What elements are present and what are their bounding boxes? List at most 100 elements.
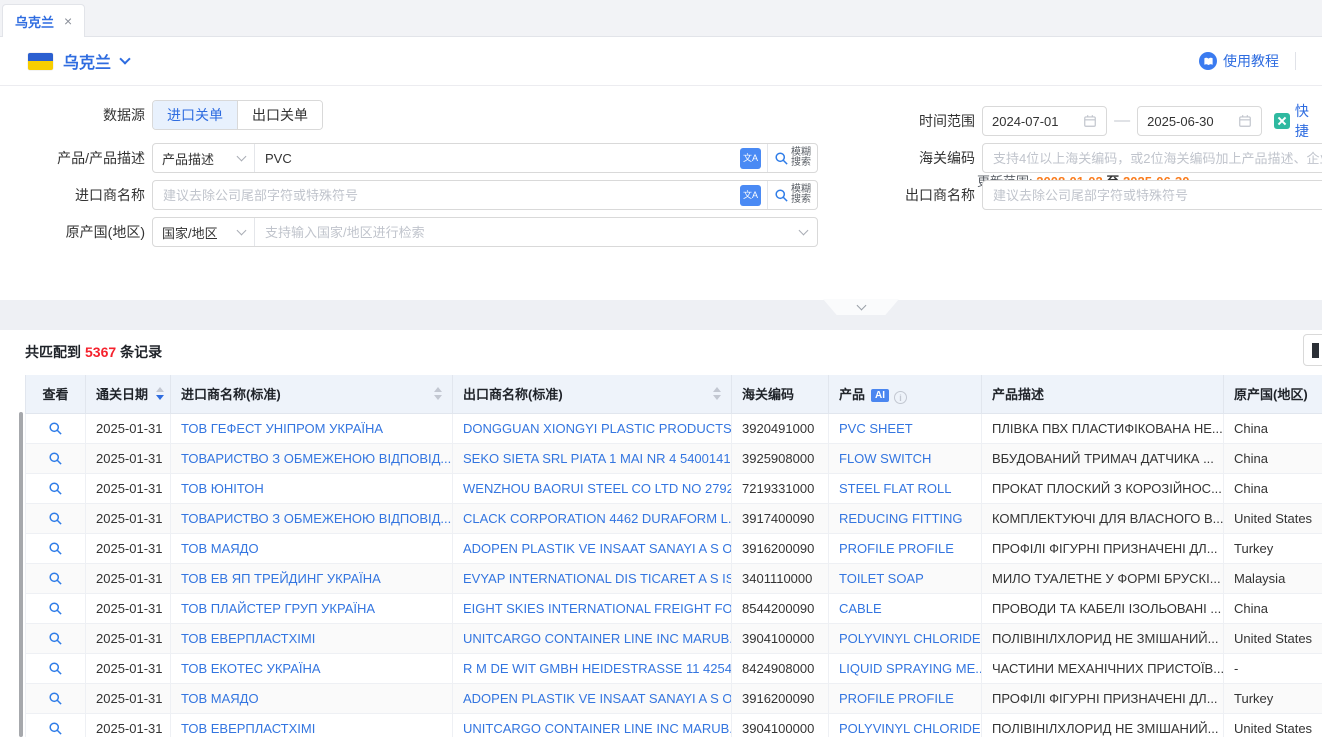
translate-icon[interactable]: 文A — [740, 148, 761, 169]
table-row: 2025-01-31ТОВАРИСТВО З ОБМЕЖЕНОЮ ВІДПОВІ… — [26, 503, 1322, 533]
end-date-value: 2025-06-30 — [1147, 114, 1214, 129]
translate-icon[interactable]: 文A — [740, 185, 761, 206]
view-search-icon[interactable] — [48, 571, 63, 586]
exporter-link[interactable]: ADOPEN PLASTIK VE INSAAT SANAYI A S O... — [453, 683, 732, 713]
view-cell[interactable] — [26, 533, 86, 563]
start-date-input[interactable]: 2024-07-01 — [982, 106, 1107, 136]
importer-link[interactable]: ТОВ МАЯДО — [171, 533, 453, 563]
column-header-5: 产品AIi — [829, 375, 982, 413]
quick-select-button[interactable]: 快捷 — [1274, 101, 1322, 141]
hs-code-input[interactable] — [983, 144, 1322, 172]
fuzzy-search-button[interactable]: 模糊搜索 — [767, 144, 817, 172]
tab-import-records[interactable]: 进口关单 — [153, 101, 237, 129]
origin-cell: Turkey — [1224, 683, 1322, 713]
product-link[interactable]: REDUCING FITTING — [829, 503, 982, 533]
exporter-link[interactable]: R M DE WIT GMBH HEIDESTRASSE 11 4254... — [453, 653, 732, 683]
fuzzy-search-button[interactable]: 模糊搜索 — [767, 181, 817, 209]
sort-icon[interactable] — [434, 387, 442, 400]
match-count: 5367 — [85, 344, 116, 360]
importer-link[interactable]: ТОВ ЕВЕРПЛАСТХІМІ — [171, 623, 453, 653]
exporter-link[interactable]: UNITCARGO CONTAINER LINE INC MARUB... — [453, 623, 732, 653]
view-cell[interactable] — [26, 713, 86, 737]
exporter-link[interactable]: CLACK CORPORATION 4462 DURAFORM L... — [453, 503, 732, 533]
view-cell[interactable] — [26, 563, 86, 593]
product-link[interactable]: PVC SHEET — [829, 413, 982, 443]
product-search-input[interactable] — [255, 144, 740, 172]
column-header-2[interactable]: 进口商名称(标准) — [171, 375, 453, 413]
view-search-icon[interactable] — [48, 601, 63, 616]
view-cell[interactable] — [26, 443, 86, 473]
importer-link[interactable]: ТОВАРИСТВО З ОБМЕЖЕНОЮ ВІДПОВІД... — [171, 503, 453, 533]
product-link[interactable]: CABLE — [829, 593, 982, 623]
product-search-group: 产品描述 文A 模糊搜索 — [152, 143, 818, 173]
tab-ukraine[interactable]: 乌克兰 × — [2, 4, 85, 37]
product-link[interactable]: PROFILE PROFILE — [829, 533, 982, 563]
product-link[interactable]: POLYVINYL CHLORIDE — [829, 623, 982, 653]
column-header-0: 查看 — [26, 375, 86, 413]
view-cell[interactable] — [26, 473, 86, 503]
country-title[interactable]: 乌克兰 — [63, 49, 111, 73]
view-cell[interactable] — [26, 503, 86, 533]
view-search-icon[interactable] — [48, 661, 63, 676]
importer-link[interactable]: ТОВ МАЯДО — [171, 683, 453, 713]
exporter-link[interactable]: ADOPEN PLASTIK VE INSAAT SANAYI A S O... — [453, 533, 732, 563]
view-search-icon[interactable] — [48, 691, 63, 706]
table-settings-button[interactable] — [1303, 334, 1322, 366]
product-link[interactable]: POLYVINYL CHLORIDE — [829, 713, 982, 737]
importer-link[interactable]: ТОВ ПЛАЙСТЕР ГРУП УКРАЇНА — [171, 593, 453, 623]
date-cell: 2025-01-31 — [86, 683, 171, 713]
importer-link[interactable]: ТОВ ЕКОТЕС УКРАЇНА — [171, 653, 453, 683]
chevron-down-icon — [856, 301, 866, 311]
divider — [1295, 52, 1296, 70]
product-link[interactable]: FLOW SWITCH — [829, 443, 982, 473]
country-header: 乌克兰 使用教程 — [0, 37, 1322, 86]
tutorial-link[interactable]: 使用教程 — [1199, 51, 1296, 71]
importer-link[interactable]: ТОВ ГЕФЕСТ УНІПРОМ УКРАЇНА — [171, 413, 453, 443]
importer-name-input[interactable] — [153, 181, 740, 209]
view-search-icon[interactable] — [48, 631, 63, 646]
origin-type-select[interactable]: 国家/地区 — [153, 218, 255, 246]
view-cell[interactable] — [26, 683, 86, 713]
exporter-link[interactable]: EVYAP INTERNATIONAL DIS TICARET A S IS..… — [453, 563, 732, 593]
fixed-column-shadow[interactable] — [19, 412, 23, 737]
view-search-icon[interactable] — [48, 481, 63, 496]
view-cell[interactable] — [26, 413, 86, 443]
exporter-link[interactable]: WENZHOU BAORUI STEEL CO LTD NO 2792... — [453, 473, 732, 503]
chevron-down-icon[interactable] — [119, 53, 130, 64]
view-search-icon[interactable] — [48, 421, 63, 436]
product-link[interactable]: LIQUID SPRAYING ME... — [829, 653, 982, 683]
description-cell: ВБУДОВАНИЙ ТРИМАЧ ДАТЧИКА ... — [982, 443, 1224, 473]
shortcut-icon — [1274, 113, 1290, 129]
origin-country-input[interactable] — [255, 218, 800, 246]
importer-link[interactable]: ТОВ ЕВ ЯП ТРЕЙДИНГ УКРАЇНА — [171, 563, 453, 593]
view-cell[interactable] — [26, 653, 86, 683]
ukraine-flag-icon — [28, 53, 53, 70]
view-search-icon[interactable] — [48, 511, 63, 526]
product-link[interactable]: STEEL FLAT ROLL — [829, 473, 982, 503]
importer-link[interactable]: ТОВ ЕВЕРПЛАСТХІМІ — [171, 713, 453, 737]
importer-link[interactable]: ТОВ ЮНІТОН — [171, 473, 453, 503]
close-icon[interactable]: × — [64, 14, 72, 28]
column-header-1[interactable]: 通关日期 — [86, 375, 171, 413]
view-search-icon[interactable] — [48, 721, 63, 736]
sort-icon[interactable] — [156, 387, 164, 400]
exporter-link[interactable]: EIGHT SKIES INTERNATIONAL FREIGHT FOR... — [453, 593, 732, 623]
column-header-3[interactable]: 出口商名称(标准) — [453, 375, 732, 413]
exporter-link[interactable]: UNITCARGO CONTAINER LINE INC MARUB... — [453, 713, 732, 737]
origin-country-group: 国家/地区 — [152, 217, 818, 247]
tab-export-records[interactable]: 出口关单 — [237, 101, 322, 129]
exporter-name-input[interactable] — [983, 181, 1322, 209]
importer-link[interactable]: ТОВАРИСТВО З ОБМЕЖЕНОЮ ВІДПОВІД... — [171, 443, 453, 473]
product-link[interactable]: TOILET SOAP — [829, 563, 982, 593]
info-icon[interactable]: i — [894, 391, 907, 404]
exporter-link[interactable]: SEKO SIETA SRL PIATA 1 MAI NR 4 5400141 … — [453, 443, 732, 473]
exporter-link[interactable]: DONGGUAN XIONGYI PLASTIC PRODUCTS ... — [453, 413, 732, 443]
view-cell[interactable] — [26, 593, 86, 623]
end-date-input[interactable]: 2025-06-30 — [1137, 106, 1262, 136]
view-search-icon[interactable] — [48, 451, 63, 466]
sort-icon[interactable] — [713, 387, 721, 400]
view-search-icon[interactable] — [48, 541, 63, 556]
product-type-select[interactable]: 产品描述 — [153, 144, 255, 172]
product-link[interactable]: PROFILE PROFILE — [829, 683, 982, 713]
view-cell[interactable] — [26, 623, 86, 653]
